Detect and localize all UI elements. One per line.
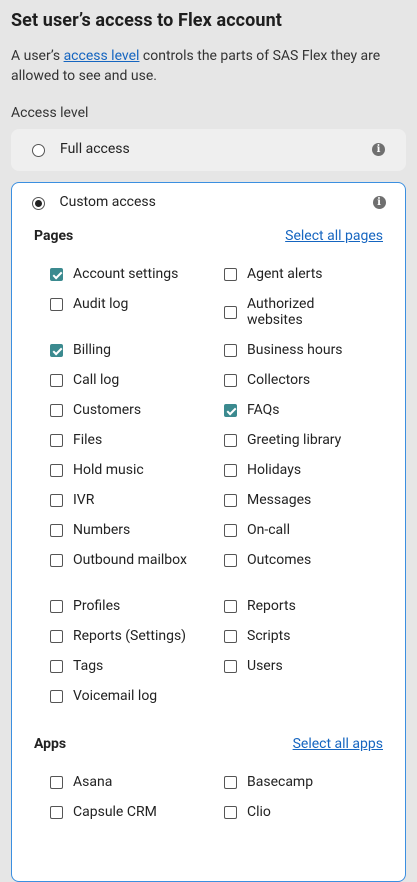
access-level-label: Access level xyxy=(11,105,89,121)
page-option-label: FAQs xyxy=(247,402,280,418)
app-option-label: Clio xyxy=(247,804,271,820)
app-option-label: Basecamp xyxy=(247,774,314,790)
page-option-label: Outbound mailbox xyxy=(73,552,187,568)
page-option-label: Scripts xyxy=(247,628,291,644)
page-option-label: Hold music xyxy=(73,462,144,478)
page-option-checkbox[interactable] xyxy=(50,374,63,387)
full-access-label: Full access xyxy=(60,141,130,157)
page-option-checkbox[interactable] xyxy=(224,524,237,537)
page-option-checkbox[interactable] xyxy=(224,268,237,281)
intro-prefix: A user’s xyxy=(11,48,64,64)
page-option-label: Outcomes xyxy=(247,552,312,568)
page-option-label: Users xyxy=(247,658,283,674)
page-option-checkbox[interactable] xyxy=(50,298,63,311)
page-option-checkbox[interactable] xyxy=(224,434,237,447)
select-all-apps-link[interactable]: Select all apps xyxy=(293,736,383,752)
page-option-checkbox[interactable] xyxy=(50,600,63,613)
page-option-checkbox[interactable] xyxy=(50,660,63,673)
page-option-checkbox[interactable] xyxy=(224,344,237,357)
page-option-checkbox[interactable] xyxy=(224,464,237,477)
app-option-label: Asana xyxy=(73,774,113,790)
page-option-label: Holidays xyxy=(247,462,302,478)
custom-access-radio[interactable] xyxy=(31,196,45,210)
page-option-checkbox[interactable] xyxy=(224,306,237,319)
app-option-checkbox[interactable] xyxy=(50,806,63,819)
page-option-checkbox[interactable] xyxy=(50,344,63,357)
page-option-label: Greeting library xyxy=(247,432,342,448)
page-option-checkbox[interactable] xyxy=(224,404,237,417)
page-option-label: Customers xyxy=(73,402,142,418)
custom-access-option[interactable]: Custom access i Pages Select all pages A… xyxy=(11,182,406,882)
page-option-label: Billing xyxy=(73,342,111,358)
page-option-label: On-call xyxy=(247,522,290,538)
page-option-checkbox[interactable] xyxy=(50,554,63,567)
apps-heading: Apps xyxy=(34,736,67,752)
page-option-checkbox[interactable] xyxy=(224,554,237,567)
access-panel: Set user’s access to Flex account A user… xyxy=(0,0,417,882)
page-option-label: Tags xyxy=(73,658,104,674)
page-option-checkbox[interactable] xyxy=(224,630,237,643)
app-option-checkbox[interactable] xyxy=(50,776,63,789)
page-option-checkbox[interactable] xyxy=(50,524,63,537)
full-access-radio[interactable] xyxy=(32,144,45,157)
page-option-label: Reports (Settings) xyxy=(73,628,187,644)
select-all-pages-link[interactable]: Select all pages xyxy=(285,228,383,244)
custom-access-label: Custom access xyxy=(59,194,156,210)
page-option-label: Authorized websites xyxy=(247,296,315,328)
page-option-checkbox[interactable] xyxy=(224,374,237,387)
page-option-checkbox[interactable] xyxy=(224,600,237,613)
app-option-checkbox[interactable] xyxy=(224,776,237,789)
access-level-link[interactable]: access level xyxy=(64,48,140,64)
page-option-label: Collectors xyxy=(247,372,311,388)
page-option-label: Call log xyxy=(73,372,120,388)
page-option-checkbox[interactable] xyxy=(50,494,63,507)
page-option-checkbox[interactable] xyxy=(50,268,63,281)
page-option-label: Audit log xyxy=(73,296,129,312)
page-option-label: Files xyxy=(73,432,103,448)
page-option-label: Profiles xyxy=(73,598,121,614)
info-icon[interactable]: i xyxy=(372,143,385,156)
page-option-label: Voicemail log xyxy=(73,688,158,704)
page-title: Set user’s access to Flex account xyxy=(11,10,282,31)
app-option-checkbox[interactable] xyxy=(224,806,237,819)
page-option-checkbox[interactable] xyxy=(50,630,63,643)
page-option-checkbox[interactable] xyxy=(50,690,63,703)
page-option-label: Agent alerts xyxy=(247,266,323,282)
page-option-checkbox[interactable] xyxy=(50,464,63,477)
page-option-label: Reports xyxy=(247,598,296,614)
full-access-option[interactable]: Full access i xyxy=(11,129,406,171)
page-option-label: Numbers xyxy=(73,522,131,538)
page-option-checkbox[interactable] xyxy=(50,434,63,447)
page-option-label: IVR xyxy=(73,492,95,508)
page-option-checkbox[interactable] xyxy=(50,404,63,417)
intro-text: A user’s access level controls the parts… xyxy=(11,46,406,86)
app-option-label: Capsule CRM xyxy=(73,804,157,820)
info-icon[interactable]: i xyxy=(372,195,386,209)
page-option-checkbox[interactable] xyxy=(224,660,237,673)
pages-heading: Pages xyxy=(34,228,74,244)
page-option-checkbox[interactable] xyxy=(224,494,237,507)
page-option-label: Messages xyxy=(247,492,312,508)
page-option-label: Business hours xyxy=(247,342,343,358)
page-option-label: Account settings xyxy=(73,266,179,282)
